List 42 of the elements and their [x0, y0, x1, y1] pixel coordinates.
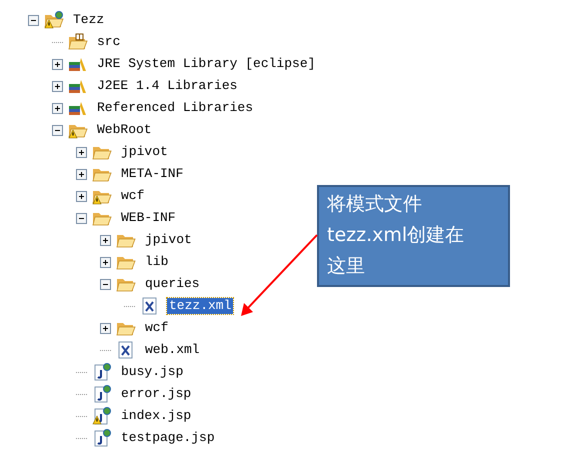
- expand-toggle[interactable]: [52, 80, 63, 92]
- tree-item[interactable]: JRE System Library [eclipse]: [95, 56, 318, 72]
- tree-item[interactable]: J2EE 1.4 Libraries: [95, 78, 240, 94]
- tree-item[interactable]: wcf: [119, 188, 146, 204]
- tree-item[interactable]: Referenced Libraries: [95, 100, 256, 116]
- expand-toggle[interactable]: [76, 190, 87, 202]
- expand-toggle[interactable]: [100, 234, 111, 246]
- callout-text: tezz.xml创建在: [327, 223, 464, 248]
- tree-item[interactable]: jpivot: [143, 232, 194, 248]
- tree-item[interactable]: wcf: [143, 320, 170, 336]
- expand-toggle[interactable]: [100, 322, 111, 334]
- tree-item[interactable]: jpivot: [119, 144, 170, 160]
- tree-item[interactable]: Tezz: [71, 12, 106, 28]
- tree-item[interactable]: tezz.xml: [167, 298, 234, 314]
- expand-toggle[interactable]: [100, 256, 111, 268]
- expand-toggle[interactable]: [76, 168, 87, 180]
- tree-item[interactable]: testpage.jsp: [119, 430, 217, 446]
- tree-item[interactable]: queries: [143, 276, 202, 292]
- project-icon: [44, 11, 64, 29]
- tree-item[interactable]: src: [95, 34, 122, 50]
- tree-item[interactable]: error.jsp: [119, 386, 194, 402]
- collapse-toggle[interactable]: [28, 14, 39, 26]
- expand-toggle[interactable]: [52, 102, 63, 114]
- package-folder-icon: [68, 33, 88, 51]
- callout-text: 将模式文件: [327, 192, 422, 217]
- tree-item[interactable]: index.jsp: [119, 408, 194, 424]
- jsp-file-icon: [92, 363, 112, 381]
- tree-item[interactable]: WebRoot: [95, 122, 154, 138]
- tree-item[interactable]: WEB-INF: [119, 210, 178, 226]
- tree-item[interactable]: lib: [143, 254, 170, 270]
- expand-toggle[interactable]: [76, 146, 87, 158]
- jsp-file-icon: [92, 429, 112, 447]
- collapse-toggle[interactable]: [76, 212, 87, 224]
- jsp-file-warning-icon: [92, 407, 112, 425]
- tree-item[interactable]: web.xml: [143, 342, 202, 358]
- callout-text: 这里: [327, 254, 365, 279]
- jsp-file-icon: [92, 385, 112, 403]
- collapse-toggle[interactable]: [52, 124, 63, 136]
- collapse-toggle[interactable]: [100, 278, 111, 290]
- tree-item[interactable]: META-INF: [119, 166, 186, 182]
- tree-item[interactable]: busy.jsp: [119, 364, 186, 380]
- expand-toggle[interactable]: [52, 58, 63, 70]
